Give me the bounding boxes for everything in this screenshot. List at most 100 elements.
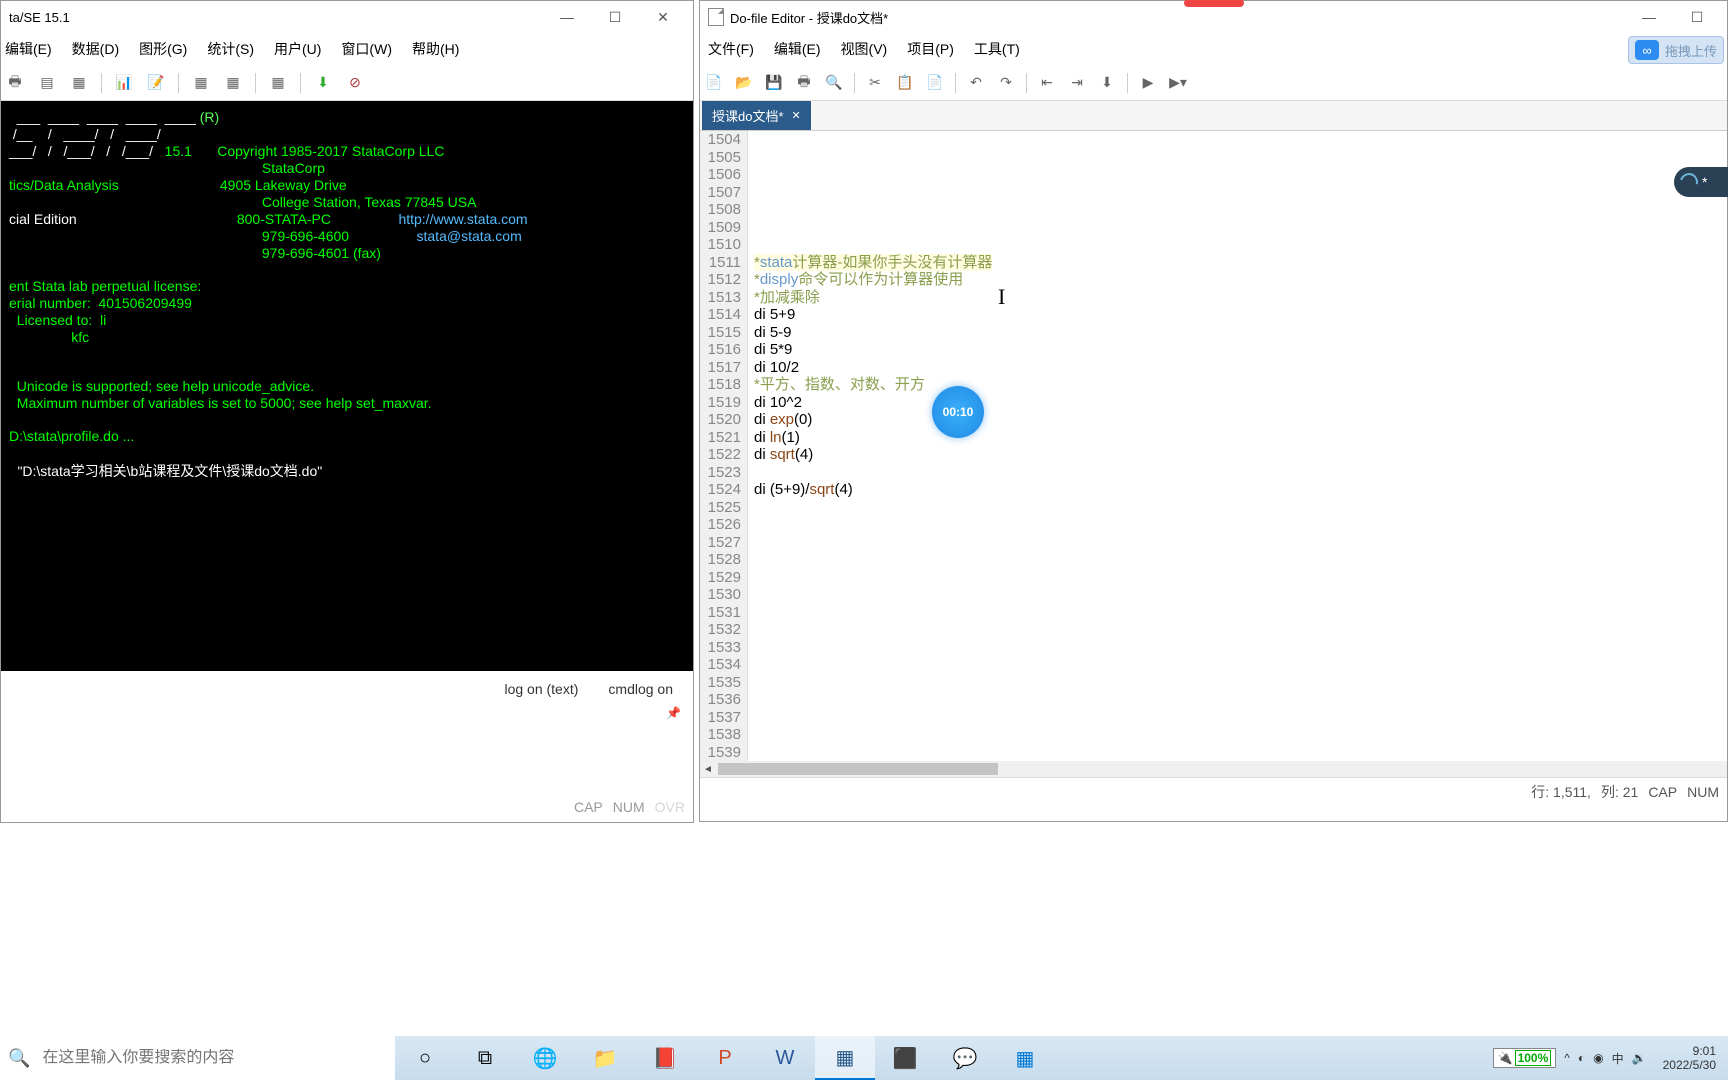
tab-label: 授课do文档* bbox=[712, 106, 784, 125]
cloud-upload-widget[interactable]: ∞ 拖拽上传 bbox=[1628, 36, 1724, 64]
wechat-icon[interactable]: 💬 bbox=[935, 1036, 995, 1080]
data-browser-icon[interactable]: ▦ bbox=[223, 73, 243, 93]
variables-icon[interactable]: ▦ bbox=[268, 73, 288, 93]
find-icon[interactable]: 🔍 bbox=[824, 73, 844, 93]
line-number-gutter: 1504150515061507150815091510151115121513… bbox=[700, 131, 748, 761]
cap-indicator: CAP bbox=[574, 799, 603, 815]
maximize-button[interactable]: ☐ bbox=[1683, 7, 1711, 27]
menu-edit[interactable]: 编辑(E) bbox=[5, 39, 52, 59]
edge-icon[interactable]: 🌐 bbox=[515, 1036, 575, 1080]
copy-icon[interactable]: 📋 bbox=[895, 73, 915, 93]
file-explorer-icon[interactable]: 📁 bbox=[575, 1036, 635, 1080]
menu-project[interactable]: 项目(P) bbox=[907, 39, 954, 59]
stata-toolbar: 🖶 ▤ ▦ 📊 📝 ▦ ▦ ▦ ⬇ ⊘ bbox=[1, 65, 693, 101]
cloud-upload-label: 拖拽上传 bbox=[1665, 41, 1717, 60]
minimize-button[interactable]: — bbox=[1635, 7, 1663, 27]
menu-window[interactable]: 窗口(W) bbox=[341, 39, 392, 59]
open-icon[interactable]: 📂 bbox=[734, 73, 754, 93]
log-icon[interactable]: ▤ bbox=[37, 73, 57, 93]
status-line: 行: 1,511, bbox=[1531, 782, 1591, 802]
menu-edit[interactable]: 编辑(E) bbox=[774, 39, 821, 59]
close-button[interactable]: ✕ bbox=[649, 7, 677, 27]
scroll-left-icon[interactable]: ◄ bbox=[700, 761, 716, 777]
stata-menu-bar: 编辑(E) 数据(D) 图形(G) 统计(S) 用户(U) 窗口(W) 帮助(H… bbox=[1, 33, 693, 65]
paste-icon[interactable]: 📄 bbox=[925, 73, 945, 93]
tray-app-1-icon[interactable]: ◐ bbox=[1578, 1051, 1585, 1065]
menu-user[interactable]: 用户(U) bbox=[274, 39, 321, 59]
menu-statistics[interactable]: 统计(S) bbox=[207, 39, 254, 59]
status-column: 列: 21 bbox=[1601, 782, 1638, 802]
side-assistant-tab[interactable]: * bbox=[1674, 167, 1728, 197]
dofile-menu-bar: 文件(F) 编辑(E) 视图(V) 项目(P) 工具(T) bbox=[700, 33, 1727, 65]
pin-icon[interactable]: 📌 bbox=[666, 706, 681, 726]
recording-indicator bbox=[1184, 0, 1244, 7]
scrollbar-thumb[interactable] bbox=[718, 763, 998, 775]
search-icon: 🔍 bbox=[8, 1048, 30, 1069]
cap-indicator: CAP bbox=[1648, 784, 1677, 800]
save-icon[interactable]: 💾 bbox=[764, 73, 784, 93]
menu-view[interactable]: 视图(V) bbox=[841, 39, 888, 59]
tab-close-icon[interactable]: ✕ bbox=[792, 109, 801, 122]
powerpoint-icon[interactable]: P bbox=[695, 1036, 755, 1080]
indent-right-icon[interactable]: ⇥ bbox=[1067, 73, 1087, 93]
taskbar-search[interactable]: 🔍 bbox=[0, 1036, 395, 1080]
indent-left-icon[interactable]: ⇤ bbox=[1037, 73, 1057, 93]
continue-icon[interactable]: ⬇ bbox=[313, 73, 333, 93]
tab-active-document[interactable]: 授课do文档* ✕ bbox=[702, 101, 811, 130]
menu-data[interactable]: 数据(D) bbox=[72, 39, 119, 59]
menu-tools[interactable]: 工具(T) bbox=[974, 39, 1020, 59]
viewer-icon[interactable]: ▦ bbox=[69, 73, 89, 93]
print-icon[interactable]: 🖶 bbox=[794, 73, 814, 93]
task-icons-area: ○ ⧉ 🌐 📁 📕 P W ▦ ⬛ 💬 ▦ bbox=[395, 1036, 1055, 1080]
volume-icon[interactable]: 🔉 bbox=[1632, 1051, 1647, 1065]
calculator-icon[interactable]: ▦ bbox=[995, 1036, 1055, 1080]
dofile-editor-window: Do-file Editor - 授课do文档* — ☐ 文件(F) 编辑(E)… bbox=[699, 0, 1728, 822]
menu-help[interactable]: 帮助(H) bbox=[412, 39, 459, 59]
print-icon[interactable]: 🖶 bbox=[5, 73, 25, 93]
num-indicator: NUM bbox=[613, 799, 645, 815]
logon-text-link[interactable]: log on (text) bbox=[504, 681, 578, 697]
minimize-button[interactable]: — bbox=[553, 7, 581, 27]
redo-icon[interactable]: ↷ bbox=[996, 73, 1016, 93]
num-indicator: NUM bbox=[1687, 784, 1719, 800]
search-input[interactable] bbox=[42, 1049, 395, 1067]
stata-titlebar: ta/SE 15.1 — ☐ ✕ bbox=[1, 1, 693, 33]
bookmark-icon[interactable]: ⬇ bbox=[1097, 73, 1117, 93]
undo-icon[interactable]: ↶ bbox=[966, 73, 986, 93]
code-content[interactable]: *stata计算器-如果你手头没有计算器 *disply命令可以作为计算器使用 … bbox=[748, 131, 1727, 761]
stata-status-bar: CAP NUM OVR bbox=[1, 792, 693, 822]
clock[interactable]: 9:01 2022/5/30 bbox=[1655, 1044, 1724, 1072]
cmdlog-on-link[interactable]: cmdlog on bbox=[608, 681, 673, 697]
recording-timer-badge[interactable]: 00:10 bbox=[932, 386, 984, 438]
graph-icon[interactable]: 📊 bbox=[114, 73, 134, 93]
word-icon[interactable]: W bbox=[755, 1036, 815, 1080]
timer-value: 00:10 bbox=[943, 405, 974, 419]
cut-icon[interactable]: ✂ bbox=[865, 73, 885, 93]
stata-results-panel[interactable]: ___ ____ ____ ____ ____ (R) /__ / ____/ … bbox=[1, 101, 693, 671]
menu-graph[interactable]: 图形(G) bbox=[139, 39, 187, 59]
tray-app-2-icon[interactable]: ◉ bbox=[1593, 1051, 1603, 1065]
task-view-icon[interactable]: ⧉ bbox=[455, 1036, 515, 1080]
dofile-title-text: Do-file Editor - 授课do文档* bbox=[730, 8, 1635, 27]
ime-icon[interactable]: 中 bbox=[1612, 1050, 1624, 1067]
do-icon[interactable]: ▶▾ bbox=[1168, 73, 1188, 93]
horizontal-scrollbar[interactable]: ◄ bbox=[700, 761, 1727, 777]
cortana-icon[interactable]: ○ bbox=[395, 1036, 455, 1080]
clock-time: 9:01 bbox=[1663, 1044, 1716, 1058]
tray-expand-icon[interactable]: ^ bbox=[1564, 1051, 1570, 1065]
stata-app-icon[interactable]: ▦ bbox=[815, 1036, 875, 1080]
obs-icon[interactable]: ⬛ bbox=[875, 1036, 935, 1080]
plug-icon: 🔌 bbox=[1498, 1051, 1513, 1065]
windows-taskbar: 🔍 ○ ⧉ 🌐 📁 📕 P W ▦ ⬛ 💬 ▦ 🔌 100% ^ ◐ ◉ 中 🔉… bbox=[0, 1036, 1728, 1080]
data-editor-icon[interactable]: ▦ bbox=[191, 73, 211, 93]
maximize-button[interactable]: ☐ bbox=[601, 7, 629, 27]
run-icon[interactable]: ▶ bbox=[1138, 73, 1158, 93]
battery-indicator[interactable]: 🔌 100% bbox=[1493, 1048, 1557, 1068]
menu-file[interactable]: 文件(F) bbox=[708, 39, 754, 59]
dofile-status-bar: 行: 1,511, 列: 21 CAP NUM bbox=[700, 777, 1727, 805]
break-icon[interactable]: ⊘ bbox=[345, 73, 365, 93]
do-icon[interactable]: 📝 bbox=[146, 73, 166, 93]
code-editor-area[interactable]: 1504150515061507150815091510151115121513… bbox=[700, 131, 1727, 761]
pdf-app-icon[interactable]: 📕 bbox=[635, 1036, 695, 1080]
new-icon[interactable]: 📄 bbox=[704, 73, 724, 93]
